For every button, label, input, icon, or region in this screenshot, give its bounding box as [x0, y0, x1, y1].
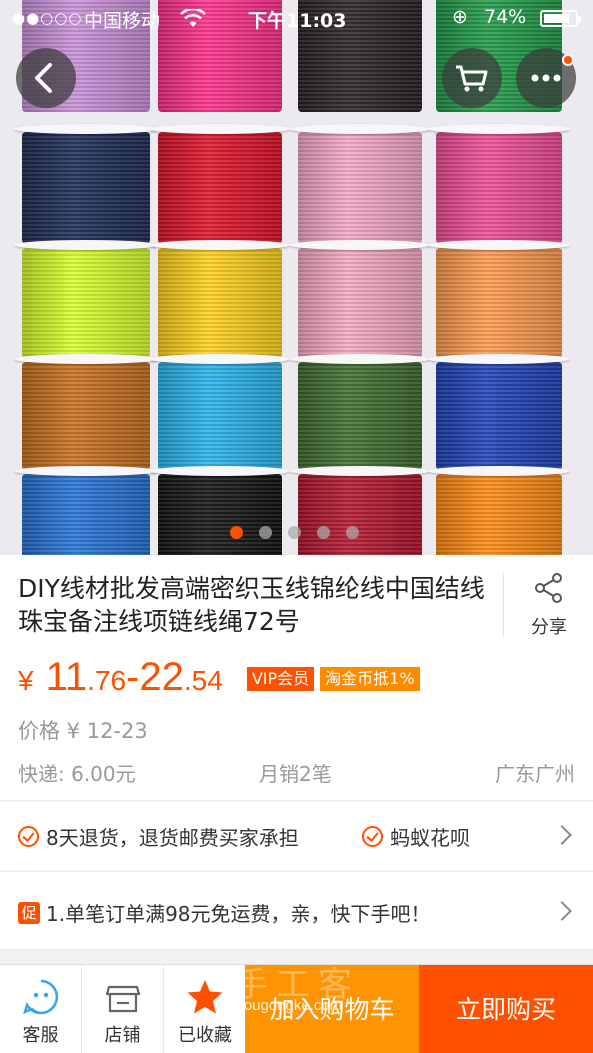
taojinbi-badge: 淘金币抵1%	[320, 667, 420, 691]
star-icon	[187, 980, 223, 1014]
thread-spool	[158, 248, 282, 358]
shopping-cart-icon	[456, 65, 488, 92]
service-guarantee-row[interactable]: 8天退货，退货邮费买家承担 蚂蚁花呗	[0, 802, 593, 870]
spool-rim	[150, 354, 290, 364]
product-info: DIY线材批发高端密织玉线锦纶线中国结线珠宝备注线项链线绳72号 分享 ¥11.…	[0, 555, 593, 800]
product-image-carousel[interactable]: ●●○○○ 中国移动 下午11:03 ⊕ 74%	[0, 0, 593, 555]
customer-service-icon	[23, 979, 59, 1015]
thread-spool	[436, 132, 562, 244]
thread-spool	[298, 248, 422, 358]
signal-indicator: ●●○○○	[12, 9, 83, 27]
notification-dot	[562, 54, 574, 66]
thread-spool	[298, 474, 422, 555]
spool-rim	[290, 124, 430, 134]
promotion: 促 1.单笔订单满98元免运费，亲，快下手吧！	[18, 898, 431, 927]
carousel-dot	[288, 526, 301, 539]
spool-rim	[150, 466, 290, 476]
cart-button[interactable]	[442, 48, 502, 108]
chevron-left-icon	[35, 63, 52, 93]
shop-button[interactable]: 店铺	[82, 965, 164, 1053]
price-high-integer: 22	[139, 655, 184, 699]
shop-label: 店铺	[104, 1025, 141, 1046]
spool-rim	[428, 124, 570, 134]
check-circle-icon	[362, 826, 383, 847]
return-policy-text: 8天退货，退货邮费买家承担	[46, 826, 299, 850]
back-button[interactable]	[16, 48, 76, 108]
store-icon	[105, 985, 141, 1013]
return-policy: 8天退货，退货邮费买家承担	[18, 822, 299, 851]
chevron-right-icon	[552, 825, 572, 845]
customer-service-button[interactable]: 客服	[0, 965, 82, 1053]
carousel-dot	[346, 526, 359, 539]
price-low-integer: 11	[45, 655, 88, 699]
wifi-icon	[180, 9, 206, 27]
spool-rim	[428, 466, 570, 476]
price-separator: -	[126, 655, 140, 699]
carrier-name: 中国移动	[84, 10, 161, 32]
check-circle-icon	[18, 826, 39, 847]
bottom-action-bar: 客服 店铺 已收藏 加入购物车 立即购买 手工客 shougongke.com	[0, 964, 593, 1053]
clock: 下午11:03	[248, 10, 347, 32]
spool-rim	[150, 124, 290, 134]
rotation-lock-icon: ⊕	[452, 6, 468, 28]
price-row: ¥11.76-22.54 VIP会员 淘金币抵1%	[18, 655, 420, 701]
monthly-sales: 月销2笔	[259, 762, 332, 786]
share-button[interactable]: 分享	[518, 571, 580, 639]
promo-tag-icon: 促	[18, 901, 40, 924]
share-icon	[535, 573, 562, 603]
chevron-right-icon	[552, 901, 572, 921]
promotion-row[interactable]: 促 1.单笔订单满98元免运费，亲，快下手吧！	[0, 872, 593, 950]
shipping-fee: 快递: 6.00元	[18, 762, 136, 786]
huabei-text: 蚂蚁花呗	[390, 826, 470, 850]
thread-spool	[298, 132, 422, 244]
spool-rim	[428, 240, 570, 250]
spool-rim	[150, 240, 290, 250]
current-price: ¥11.76-22.54	[18, 655, 223, 700]
thread-spool	[158, 132, 282, 244]
battery-percentage: 74%	[484, 6, 527, 28]
customer-service-label: 客服	[22, 1025, 59, 1046]
huabei-payment: 蚂蚁花呗	[362, 822, 470, 851]
divider	[503, 573, 504, 637]
watermark: shougongke.com	[228, 997, 343, 1014]
spool-rim	[290, 240, 430, 250]
spool-rim	[290, 466, 430, 476]
thread-spool	[22, 248, 150, 358]
favorite-label: 已收藏	[178, 1025, 232, 1046]
buy-now-button[interactable]: 立即购买	[419, 965, 593, 1053]
carousel-dot	[259, 526, 272, 539]
spool-rim	[14, 124, 158, 134]
thread-spool	[436, 362, 562, 470]
battery-icon	[540, 10, 581, 27]
spool-rim	[428, 354, 570, 364]
thread-spool	[158, 362, 282, 470]
thread-spool	[22, 132, 150, 244]
spool-rim	[14, 466, 158, 476]
seller-location: 广东广州	[495, 762, 575, 786]
spool-rim	[14, 354, 158, 364]
spool-rim	[14, 240, 158, 250]
original-price: 价格 ¥ 12-23	[18, 719, 148, 743]
carousel-indicator	[230, 526, 359, 540]
spool-rim	[290, 354, 430, 364]
carousel-dot	[230, 526, 243, 539]
vip-badge: VIP会员	[246, 667, 315, 691]
price-low-decimal: .76	[87, 665, 127, 696]
thread-spool	[436, 474, 562, 555]
carousel-dot	[317, 526, 330, 539]
thread-spool	[436, 248, 562, 358]
share-label: 分享	[531, 617, 567, 638]
thread-spool	[22, 362, 150, 470]
promo-text: 1.单笔订单满98元免运费，亲，快下手吧！	[46, 902, 431, 926]
currency-symbol: ¥	[18, 665, 34, 696]
thread-spool	[22, 474, 150, 555]
price-high-decimal: .54	[183, 665, 223, 696]
product-title: DIY线材批发高端密织玉线锦纶线中国结线珠宝备注线项链线绳72号	[18, 574, 485, 636]
thread-spool	[158, 474, 282, 555]
product-photo	[0, 0, 593, 555]
status-bar: ●●○○○ 中国移动 下午11:03 ⊕ 74%	[0, 0, 593, 38]
thread-spool	[298, 362, 422, 470]
